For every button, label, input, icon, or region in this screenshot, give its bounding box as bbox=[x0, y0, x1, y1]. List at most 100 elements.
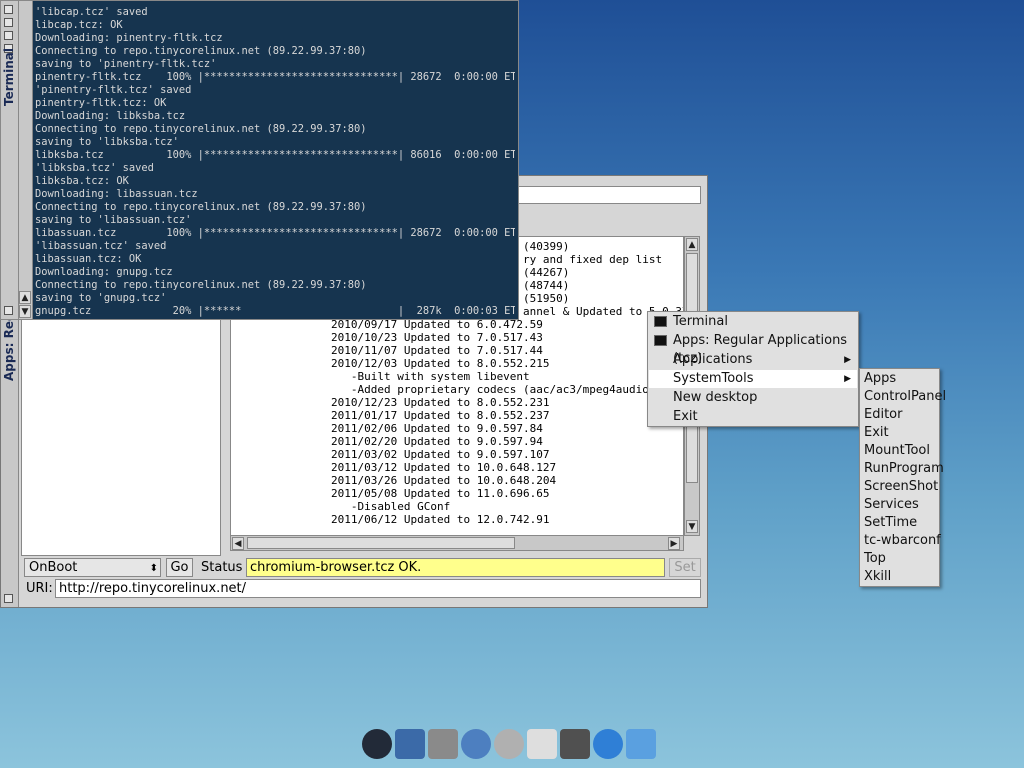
info-text-line: 2010/12/23 Updated to 8.0.552.231 bbox=[331, 396, 550, 409]
terminal-line: libassuan.tcz 100% |********************… bbox=[35, 227, 515, 239]
terminal-line: Connecting to repo.tinycorelinux.net (89… bbox=[35, 123, 367, 135]
terminal-line: saving to 'gnupg.tcz' bbox=[35, 292, 167, 304]
info-text-line: -Added proprietary codecs (aac/ac3/mpeg4… bbox=[331, 383, 682, 396]
status-label: Status bbox=[201, 560, 243, 575]
terminal-scroll-up-icon[interactable]: ▲ bbox=[19, 291, 31, 304]
menu-item-terminal[interactable]: Terminal bbox=[649, 313, 857, 331]
terminal-close-button[interactable] bbox=[4, 5, 13, 14]
info-text-line: 2011/05/08 Updated to 11.0.696.65 bbox=[331, 487, 550, 500]
apps-icon[interactable] bbox=[461, 729, 491, 759]
info-text-line: 2010/11/07 Updated to 7.0.517.44 bbox=[331, 344, 543, 357]
terminal-scrollbar[interactable]: ▲ ▼ bbox=[19, 1, 33, 319]
submenu-item-top[interactable]: Top bbox=[861, 550, 942, 568]
apps-horizontal-scrollbar[interactable]: ◀ ▶ bbox=[230, 535, 684, 551]
desktop-context-menu: Terminal Apps: Regular Applications (tcz)… bbox=[647, 311, 859, 427]
control-panel-icon[interactable] bbox=[428, 729, 458, 759]
info-text-line: 2010/12/03 Updated to 8.0.552.215 bbox=[331, 357, 550, 370]
submenu-item-exit[interactable]: Exit bbox=[861, 424, 942, 442]
info-text-line: (51950) bbox=[523, 292, 570, 305]
terminal-line: libksba.tcz: OK bbox=[35, 175, 129, 187]
info-text-line: 2011/03/12 Updated to 10.0.648.127 bbox=[331, 461, 557, 474]
terminal-line: Connecting to repo.tinycorelinux.net (89… bbox=[35, 45, 367, 57]
terminal-line: Downloading: gnupg.tcz bbox=[35, 266, 173, 278]
menu-item-label: New desktop bbox=[673, 390, 758, 405]
submenu-item-tc-wbarconf[interactable]: tc-wbarconf bbox=[861, 532, 942, 550]
terminal-line: Connecting to repo.tinycorelinux.net (89… bbox=[35, 279, 367, 291]
terminal-line: 'libksba.tcz' saved bbox=[35, 162, 154, 174]
apps-package-list[interactable] bbox=[21, 312, 221, 556]
terminal-scroll-down-icon[interactable]: ▼ bbox=[19, 305, 31, 318]
info-text-line: 2011/01/17 Updated to 8.0.552.237 bbox=[331, 409, 550, 422]
logo-icon[interactable] bbox=[626, 729, 656, 759]
menu-item-label: Terminal bbox=[673, 314, 728, 329]
submenu-item-apps[interactable]: Apps bbox=[861, 370, 942, 388]
terminal-line: Downloading: libksba.tcz bbox=[35, 110, 186, 122]
menu-item-new-desktop[interactable]: New desktop bbox=[649, 389, 857, 407]
menu-item-label: Applications bbox=[673, 352, 753, 367]
menu-item-apps-regular-applications-tcz[interactable]: Apps: Regular Applications (tcz) bbox=[649, 332, 857, 366]
terminal-line: saving to 'libassuan.tcz' bbox=[35, 214, 192, 226]
scroll-right-icon[interactable]: ▶ bbox=[668, 537, 680, 550]
submenu-item-services[interactable]: Services bbox=[861, 496, 942, 514]
terminal-line: saving to 'pinentry-fltk.tcz' bbox=[35, 58, 217, 70]
terminal-line: saving to 'libksba.tcz' bbox=[35, 136, 179, 148]
submenu-item-runprogram[interactable]: RunProgram bbox=[861, 460, 944, 478]
info-text-line: ry and fixed dep list bbox=[523, 253, 663, 266]
submenu-item-controlpanel[interactable]: ControlPanel bbox=[861, 388, 946, 406]
terminal-restore-button[interactable] bbox=[4, 31, 13, 40]
terminal-line: pinentry-fltk.tcz: OK bbox=[35, 97, 167, 109]
terminal-maximize-button[interactable] bbox=[4, 18, 13, 27]
terminal-iconify-button[interactable] bbox=[4, 306, 13, 315]
chromium-icon[interactable] bbox=[593, 729, 623, 759]
scroll-down-icon[interactable]: ▼ bbox=[686, 520, 698, 533]
submenu-arrow-icon: ▶ bbox=[844, 355, 851, 365]
set-button[interactable]: Set bbox=[669, 558, 701, 577]
scroll-left-icon[interactable]: ◀ bbox=[232, 537, 244, 550]
terminal-line: Connecting to repo.tinycorelinux.net (89… bbox=[35, 201, 367, 213]
terminal-window[interactable]: Terminal ▲ ▼ 'libcap.tcz' saved libcap.tc… bbox=[0, 0, 519, 320]
scroll-up-icon[interactable]: ▲ bbox=[686, 238, 698, 251]
submenu-item-mounttool[interactable]: MountTool bbox=[861, 442, 942, 460]
terminal-line: libassuan.tcz: OK bbox=[35, 253, 142, 265]
terminal-titlebar[interactable]: Terminal bbox=[1, 1, 19, 319]
terminal-title: Terminal bbox=[2, 47, 16, 106]
power-icon[interactable] bbox=[362, 729, 392, 759]
terminal-icon bbox=[654, 316, 667, 327]
info-text-line: (48744) bbox=[523, 279, 570, 292]
terminal-line: Downloading: libassuan.tcz bbox=[35, 188, 198, 200]
terminal-line: libksba.tcz 100% |**********************… bbox=[35, 149, 515, 161]
terminal-output[interactable]: 'libcap.tcz' saved libcap.tcz: OK Download… bbox=[35, 6, 515, 318]
terminal-icon[interactable] bbox=[560, 729, 590, 759]
dock bbox=[362, 727, 662, 763]
uri-input[interactable]: http://repo.tinycorelinux.net/ bbox=[55, 579, 701, 598]
go-button[interactable]: Go bbox=[166, 558, 193, 577]
info-text-line: 2010/10/23 Updated to 7.0.517.43 bbox=[331, 331, 543, 344]
menu-item-exit[interactable]: Exit bbox=[649, 408, 857, 426]
run-icon[interactable] bbox=[494, 729, 524, 759]
submenu-item-screenshot[interactable]: ScreenShot bbox=[861, 478, 942, 496]
info-text-line: -Built with system libevent bbox=[331, 370, 530, 383]
horizontal-scroll-thumb[interactable] bbox=[247, 537, 515, 549]
info-text-line: 2011/02/20 Updated to 9.0.597.94 bbox=[331, 435, 543, 448]
menu-item-systemtools[interactable]: SystemTools ▶ bbox=[649, 370, 857, 388]
terminal-line: Downloading: pinentry-fltk.tcz bbox=[35, 32, 223, 44]
menu-item-label: Exit bbox=[673, 409, 698, 424]
systemtools-submenu: Apps ControlPanel Editor Exit MountTool RunPr… bbox=[859, 368, 946, 587]
apps-minimize-button[interactable] bbox=[4, 594, 13, 603]
info-text-line: (40399) bbox=[523, 240, 570, 253]
submenu-item-settime[interactable]: SetTime bbox=[861, 514, 942, 532]
onboot-select[interactable]: OnBoot ⬍ bbox=[24, 558, 161, 577]
paintbrush-icon[interactable] bbox=[395, 729, 425, 759]
onboot-select-value: OnBoot bbox=[29, 560, 78, 575]
menu-item-applications[interactable]: Applications ▶ bbox=[649, 351, 857, 369]
submenu-item-editor[interactable]: Editor bbox=[861, 406, 942, 424]
terminal-line: libcap.tcz: OK bbox=[35, 19, 123, 31]
mount-icon[interactable] bbox=[527, 729, 557, 759]
status-field: chromium-browser.tcz OK. bbox=[246, 558, 665, 577]
menu-item-label: SystemTools bbox=[673, 371, 754, 386]
submenu-item-xkill[interactable]: Xkill bbox=[861, 568, 942, 586]
info-text-line: -Disabled GConf bbox=[331, 500, 451, 513]
info-text-line: 2011/03/26 Updated to 10.0.648.204 bbox=[331, 474, 557, 487]
terminal-line: 'pinentry-fltk.tcz' saved bbox=[35, 84, 192, 96]
submenu-arrow-icon: ▶ bbox=[844, 374, 851, 384]
